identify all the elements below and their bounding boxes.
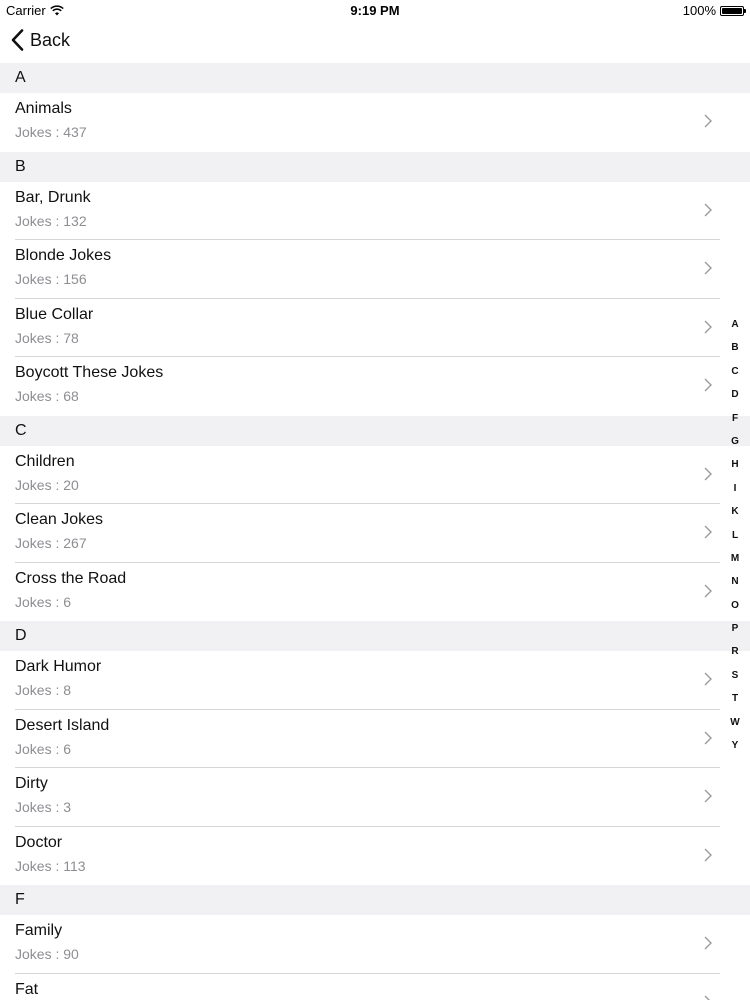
item-title: Cross the Road: [15, 569, 127, 587]
index-letter[interactable]: L: [732, 524, 738, 547]
battery-icon: [720, 5, 746, 16]
index-letter[interactable]: N: [731, 570, 738, 593]
list-item[interactable]: Animals Jokes : 437: [0, 93, 750, 152]
chevron-right-icon: [704, 467, 712, 480]
item-title: Clean Jokes: [15, 511, 104, 528]
item-subtitle: Jokes : 68: [15, 388, 79, 404]
section-header: F: [0, 885, 750, 915]
index-letter[interactable]: K: [731, 500, 738, 523]
item-title: Doctor: [15, 833, 63, 851]
index-letter[interactable]: O: [731, 594, 739, 617]
section-header: B: [0, 151, 750, 182]
item-subtitle: Jokes : 20: [15, 476, 79, 493]
battery-fill: [722, 7, 742, 14]
back-label: Back: [30, 29, 71, 50]
list-item[interactable]: Fat: [0, 973, 750, 1000]
list-item[interactable]: Blue Collar Jokes : 78: [0, 298, 750, 357]
navigation-bar: Back: [0, 22, 750, 64]
chevron-right-icon: [704, 731, 712, 744]
index-letter[interactable]: H: [731, 453, 738, 476]
index-letter[interactable]: G: [731, 430, 739, 453]
item-title: Dark Humor: [15, 658, 102, 675]
list-item[interactable]: Blonde Jokes Jokes : 156: [0, 240, 750, 299]
chevron-right-icon: [704, 378, 712, 392]
item-subtitle: Jokes : 113: [15, 857, 86, 874]
screen: Carrier 9:19 PM 100% Back A Animals Jokes …: [0, 0, 750, 1000]
item-subtitle: Jokes : 156: [15, 271, 87, 287]
chevron-right-icon: [704, 114, 712, 128]
back-button[interactable]: Back: [11, 29, 70, 51]
section-header: C: [0, 415, 750, 446]
index-letter[interactable]: R: [731, 640, 738, 663]
index-letter[interactable]: P: [732, 617, 739, 640]
item-title: Dirty: [15, 775, 48, 792]
item-subtitle: Jokes : 3: [15, 799, 72, 815]
item-subtitle: Jokes : 78: [15, 329, 79, 346]
list-item[interactable]: Desert Island Jokes : 6: [0, 709, 750, 768]
item-title: Blonde Jokes: [15, 247, 112, 264]
list-item[interactable]: Family Jokes : 90: [0, 915, 750, 974]
item-subtitle: Jokes : 6: [15, 740, 72, 757]
category-list: A Animals Jokes : 437 B Bar, Drunk Jokes : 13…: [0, 63, 750, 1000]
item-title: Blue Collar: [15, 305, 94, 323]
item-title: Family: [15, 922, 63, 939]
list-item[interactable]: Children Jokes : 20: [0, 445, 750, 504]
item-title: Bar, Drunk: [15, 188, 91, 206]
item-subtitle: Jokes : 267: [15, 535, 87, 551]
section-header: A: [0, 63, 750, 93]
status-battery-area: 100%: [682, 3, 746, 18]
item-subtitle: Jokes : 437: [15, 124, 87, 140]
item-subtitle: Jokes : 8: [15, 682, 72, 698]
list-item[interactable]: Dark Humor Jokes : 8: [0, 651, 750, 710]
index-letter[interactable]: A: [731, 313, 738, 336]
index-letter[interactable]: M: [731, 547, 739, 570]
list-item[interactable]: Dirty Jokes : 3: [0, 768, 750, 827]
item-subtitle: Jokes : 132: [15, 212, 87, 229]
chevron-right-icon: [704, 995, 711, 1000]
index-letter[interactable]: F: [732, 407, 738, 430]
item-title: Children: [15, 452, 75, 470]
chevron-left-icon: [11, 29, 24, 51]
chevron-right-icon: [704, 936, 712, 950]
index-letter[interactable]: W: [730, 711, 739, 734]
list-item[interactable]: Clean Jokes Jokes : 267: [0, 504, 750, 563]
list-item[interactable]: Boycott These Jokes Jokes : 68: [0, 357, 750, 416]
chevron-right-icon: [704, 261, 712, 275]
list-item[interactable]: Cross the Road Jokes : 6: [0, 562, 750, 621]
chevron-right-icon: [704, 203, 712, 216]
index-letter[interactable]: T: [732, 687, 738, 710]
item-title: Animals: [15, 100, 72, 117]
section-index[interactable]: ABCDFGHIKLMNOPRSTWY: [726, 313, 744, 757]
item-subtitle: Jokes : 90: [15, 946, 79, 962]
chevron-right-icon: [704, 672, 712, 686]
index-letter[interactable]: D: [731, 383, 738, 406]
index-letter[interactable]: B: [731, 336, 738, 359]
index-letter[interactable]: I: [734, 477, 737, 500]
index-letter[interactable]: C: [731, 360, 738, 383]
chevron-right-icon: [704, 320, 712, 333]
chevron-right-icon: [704, 525, 712, 539]
battery-percent: 100%: [682, 3, 716, 18]
chevron-right-icon: [704, 789, 712, 803]
status-time: 9:19 PM: [350, 3, 400, 18]
index-letter[interactable]: S: [732, 664, 739, 687]
item-title: Desert Island: [15, 716, 110, 734]
item-subtitle: Jokes : 6: [15, 593, 72, 610]
item-title: Boycott These Jokes: [15, 364, 164, 381]
chevron-right-icon: [704, 848, 712, 861]
list-item[interactable]: Doctor Jokes : 113: [0, 826, 750, 885]
list-item[interactable]: Bar, Drunk Jokes : 132: [0, 181, 750, 240]
chevron-right-icon: [704, 584, 712, 597]
item-title: Fat: [15, 980, 39, 998]
status-bar: Carrier 9:19 PM 100%: [0, 0, 750, 22]
section-header: D: [0, 621, 750, 651]
index-letter[interactable]: Y: [732, 734, 739, 757]
